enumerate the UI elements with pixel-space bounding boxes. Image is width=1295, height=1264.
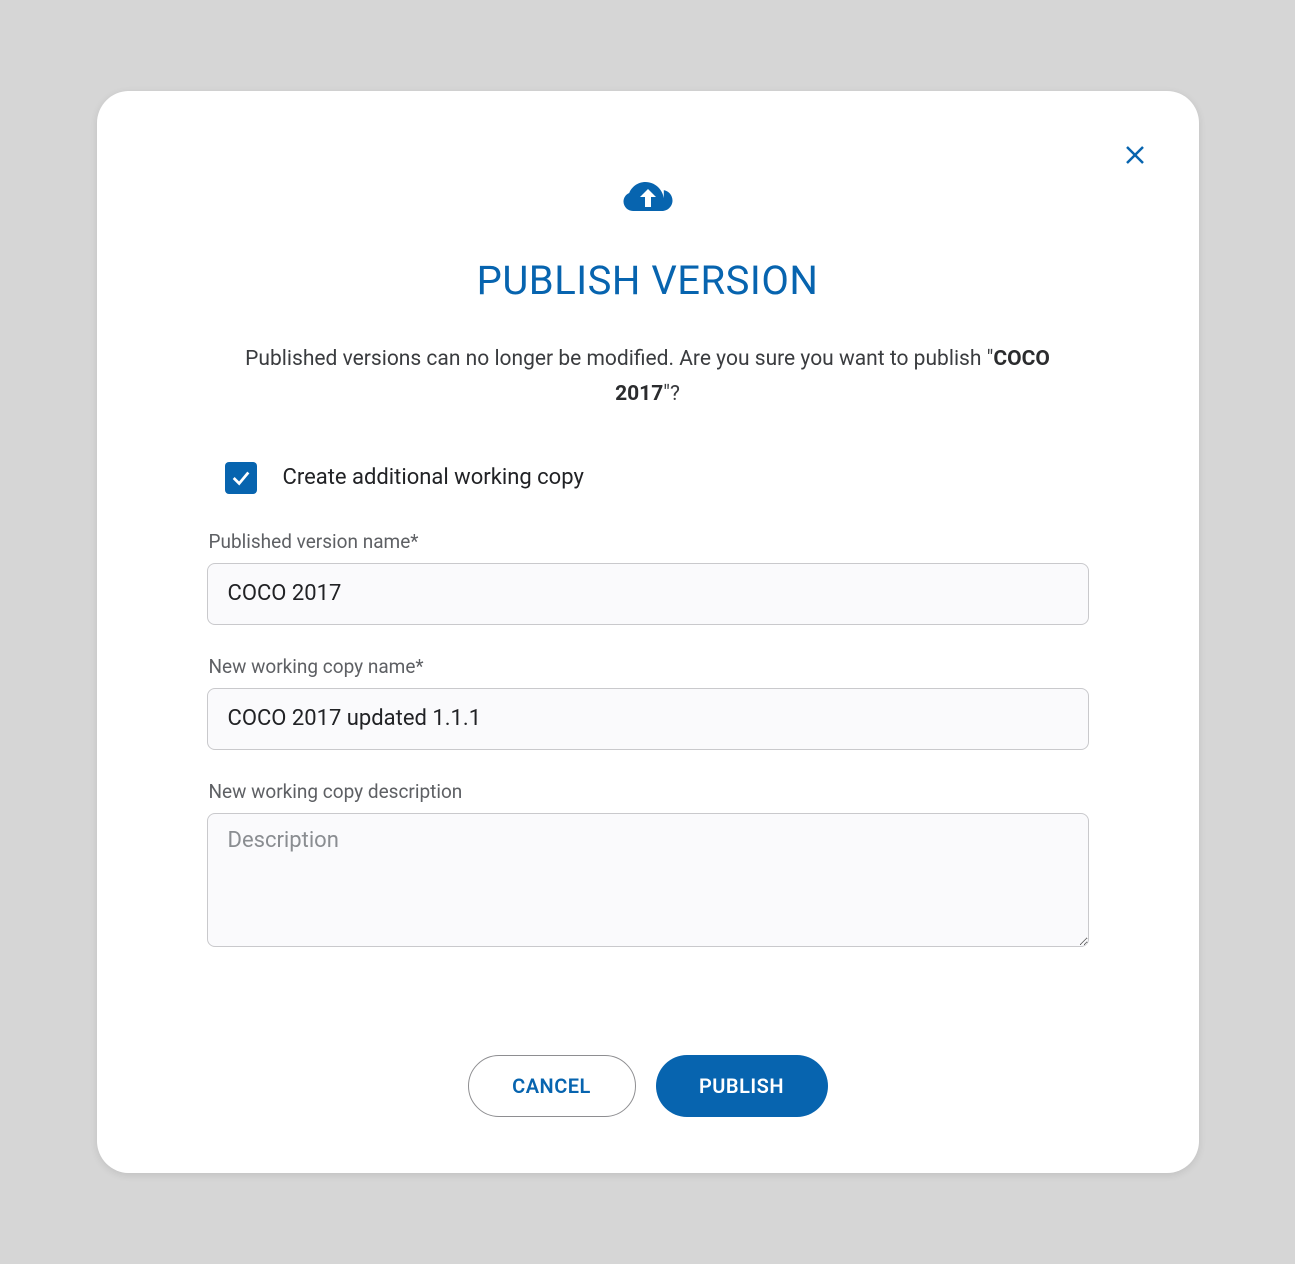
checkmark-icon — [230, 467, 252, 489]
new-working-copy-name-label: New working copy name* — [207, 655, 1089, 678]
dialog-message: Published versions can no longer be modi… — [207, 342, 1089, 411]
dialog-title: PUBLISH VERSION — [207, 257, 1089, 304]
new-working-copy-description-group: New working copy description — [207, 780, 1089, 951]
publish-version-dialog: PUBLISH VERSION Published versions can n… — [97, 91, 1199, 1172]
message-suffix: "? — [663, 382, 680, 406]
published-version-name-label: Published version name* — [207, 530, 1089, 553]
create-working-copy-checkbox[interactable] — [225, 462, 257, 494]
publish-button[interactable]: PUBLISH — [656, 1055, 828, 1117]
new-working-copy-name-group: New working copy name* — [207, 655, 1089, 750]
cloud-upload-icon — [623, 177, 673, 217]
checkbox-label: Create additional working copy — [283, 465, 584, 490]
checkbox-row: Create additional working copy — [207, 462, 1089, 494]
header-icon-container — [207, 177, 1089, 217]
button-row: CANCEL PUBLISH — [207, 1055, 1089, 1117]
close-icon — [1123, 143, 1147, 167]
published-version-name-group: Published version name* — [207, 530, 1089, 625]
published-version-name-input[interactable] — [207, 563, 1089, 625]
cancel-button[interactable]: CANCEL — [468, 1055, 636, 1117]
message-prefix: Published versions can no longer be modi… — [245, 347, 993, 371]
new-working-copy-description-label: New working copy description — [207, 780, 1089, 803]
new-working-copy-description-textarea[interactable] — [207, 813, 1089, 947]
new-working-copy-name-input[interactable] — [207, 688, 1089, 750]
close-button[interactable] — [1121, 141, 1149, 169]
